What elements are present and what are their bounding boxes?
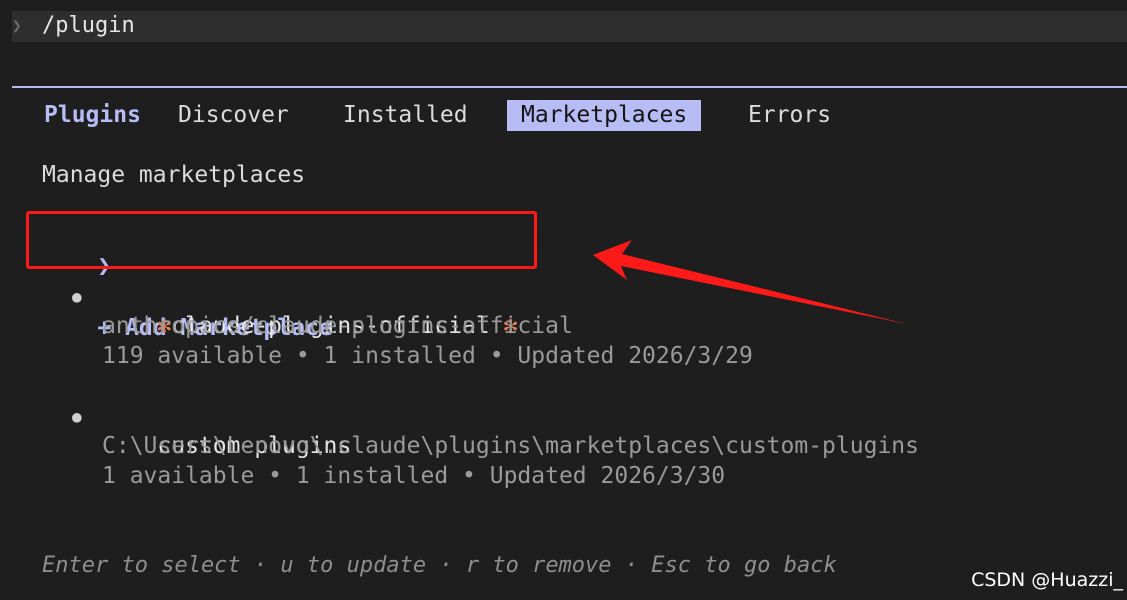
marketplace-bullet-icon: ●: [72, 287, 82, 306]
plugins-header: Plugins: [44, 102, 141, 128]
annotation-highlight-box: [26, 211, 537, 269]
marketplace-source: C:\Users\Lenovo\.claude\plugins\marketpl…: [102, 433, 919, 459]
marketplace-source: anthropics/claude-plugins-official: [102, 313, 573, 339]
tab-installed[interactable]: Installed: [341, 100, 470, 131]
watermark: CSDN @Huazzi_: [971, 569, 1123, 591]
keyboard-hints: Enter to select · u to update · r to rem…: [42, 553, 837, 578]
prompt-caret-icon: ❯: [12, 16, 22, 35]
tab-discover[interactable]: Discover: [176, 100, 291, 131]
annotation-arrow-icon: [593, 240, 907, 324]
command-input-bar[interactable]: [12, 11, 1127, 42]
marketplace-stats: 119 available • 1 installed • Updated 20…: [102, 343, 753, 369]
command-text[interactable]: /plugin: [42, 12, 135, 40]
tab-errors[interactable]: Errors: [746, 100, 833, 131]
section-subtitle: Manage marketplaces: [42, 162, 306, 188]
panel-divider: [12, 86, 1127, 88]
tab-marketplaces[interactable]: Marketplaces: [507, 100, 702, 131]
marketplace-stats: 1 available • 1 installed • Updated 2026…: [102, 463, 726, 489]
terminal-window: ❯ /plugin Plugins Discover Installed Mar…: [0, 0, 1127, 600]
marketplace-bullet-icon: ●: [72, 407, 82, 426]
